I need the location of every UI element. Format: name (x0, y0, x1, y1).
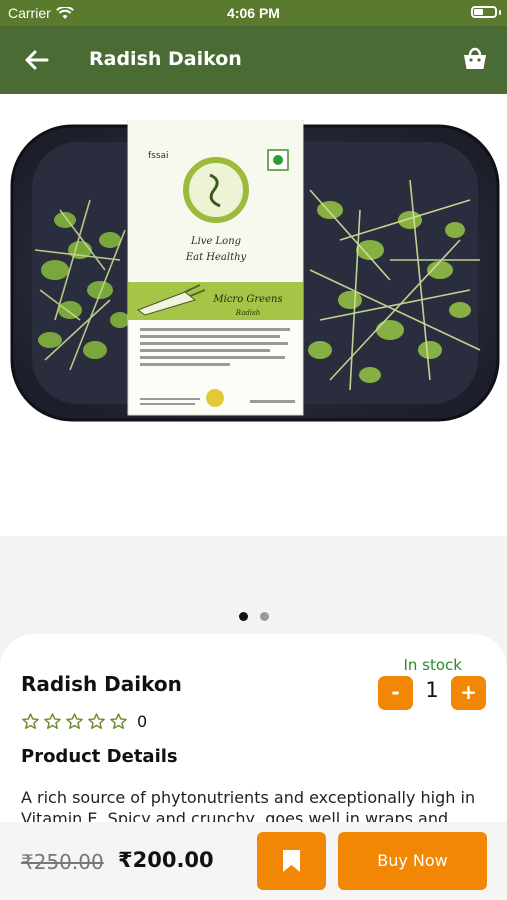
purchase-bar: ₹250.00 ₹200.00 Buy Now (0, 822, 507, 900)
increase-quantity-button[interactable]: + (451, 676, 486, 710)
product-rating: 0 (21, 712, 147, 731)
star-outline-icon (66, 713, 83, 730)
product-image-gallery[interactable]: fssai Live Long Eat Healthy Micro Greens… (0, 94, 507, 536)
star-outline-icon (44, 713, 61, 730)
svg-text:Live Long: Live Long (190, 236, 241, 247)
svg-text:fssai: fssai (148, 151, 169, 161)
star-outline-icon (22, 713, 39, 730)
gallery-pagination (0, 612, 507, 621)
bookmark-icon (283, 850, 300, 872)
decrease-quantity-button[interactable]: - (378, 676, 413, 710)
pagination-dot-active[interactable] (238, 612, 248, 621)
app-bar: Radish Daikon (0, 26, 507, 94)
status-bar: Carrier 4:06 PM (0, 0, 507, 26)
battery-icon (471, 6, 497, 18)
current-price: ₹200.00 (118, 848, 214, 872)
product-image: fssai Live Long Eat Healthy Micro Greens… (10, 120, 500, 422)
pagination-dot[interactable] (259, 612, 269, 621)
buy-now-button[interactable]: Buy Now (338, 832, 487, 890)
star-outline-icon (88, 713, 105, 730)
product-name: Radish Daikon (21, 672, 182, 696)
bookmark-button[interactable] (257, 832, 326, 890)
original-price: ₹250.00 (21, 850, 104, 874)
rating-count: 0 (137, 712, 148, 731)
quantity-value: 1 (425, 678, 439, 702)
svg-text:Micro Greens: Micro Greens (212, 294, 282, 305)
clock: 4:06 PM (227, 5, 280, 21)
back-arrow-icon[interactable] (22, 46, 50, 74)
svg-text:Radish: Radish (235, 309, 260, 317)
stock-status: In stock (403, 656, 462, 674)
page-title: Radish Daikon (89, 48, 242, 70)
star-outline-icon (110, 713, 127, 730)
svg-text:Eat Healthy: Eat Healthy (185, 252, 247, 263)
shopping-basket-icon[interactable] (461, 44, 489, 72)
battery-tip (499, 10, 501, 15)
product-details-heading: Product Details (21, 746, 178, 767)
